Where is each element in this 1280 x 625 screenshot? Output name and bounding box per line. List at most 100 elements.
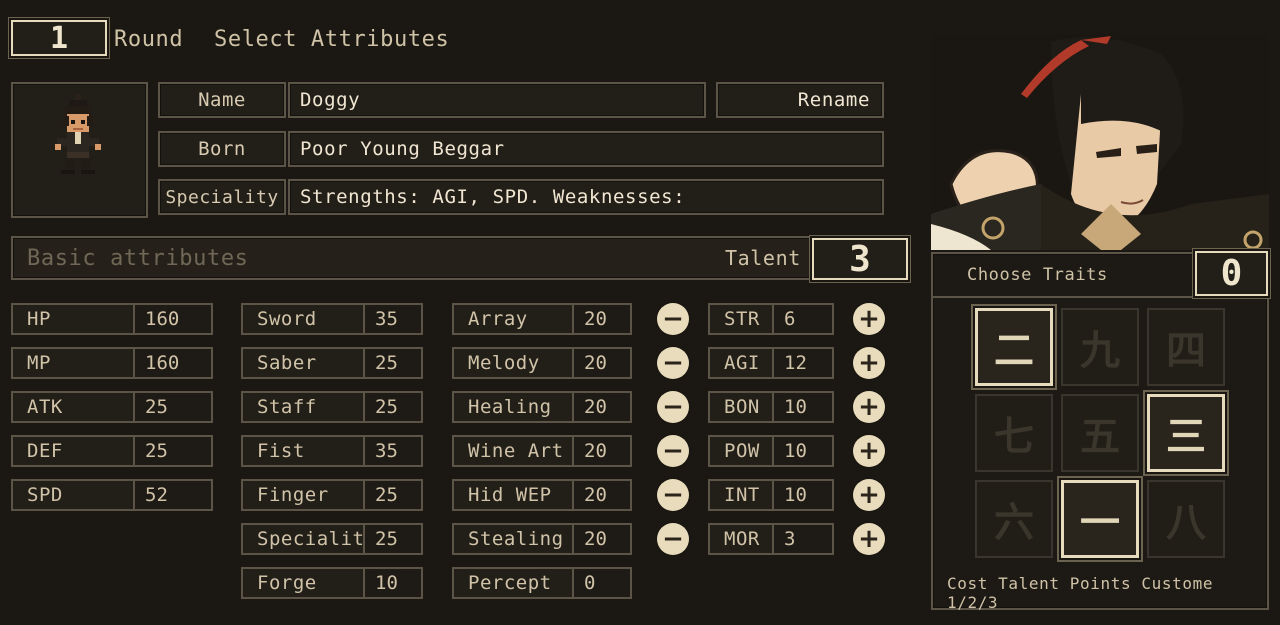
stat-row: Wine Art 20	[452, 435, 632, 467]
stat-name: Fist	[241, 435, 365, 467]
increase-bon-button[interactable]: +	[853, 391, 885, 423]
stat-name: Stealing	[452, 523, 574, 555]
stat-value: 52	[135, 479, 213, 511]
increase-mor-button[interactable]: +	[853, 523, 885, 555]
increase-pow-button[interactable]: +	[853, 435, 885, 467]
stat-row: Finger 25	[241, 479, 423, 511]
stat-row: AGI 12	[708, 347, 834, 379]
stat-row: Specialit 25	[241, 523, 423, 555]
stat-row: Hid WEP 20	[452, 479, 632, 511]
stat-value: 10	[774, 479, 834, 511]
trait-tile[interactable]: 一	[1061, 480, 1139, 558]
stat-row: Percept 0	[452, 567, 632, 599]
trait-tile[interactable]: 七	[975, 394, 1053, 472]
stat-value: 6	[774, 303, 834, 335]
stat-value: 20	[574, 391, 632, 423]
stat-name: Percept	[452, 567, 574, 599]
stat-row: Healing 20	[452, 391, 632, 423]
pixel-character-icon	[55, 94, 101, 174]
stat-value: 12	[774, 347, 834, 379]
stat-value: 25	[135, 391, 213, 423]
stat-value: 25	[365, 479, 423, 511]
stat-name: BON	[708, 391, 774, 423]
trait-tile[interactable]: 九	[1061, 308, 1139, 386]
decrease-agi-button[interactable]: −	[657, 347, 689, 379]
stat-name: Array	[452, 303, 574, 335]
stat-row: DEF 25	[11, 435, 213, 467]
portrait-icon	[931, 34, 1269, 250]
basic-attributes-title: Basic attributes	[27, 245, 249, 271]
stat-value: 160	[135, 347, 213, 379]
decrease-int-button[interactable]: −	[657, 479, 689, 511]
stat-name: Finger	[241, 479, 365, 511]
traits-panel: Choose Traits 二九四七五三六一八 Cost Talent Poin…	[931, 252, 1269, 612]
trait-tile[interactable]: 四	[1147, 308, 1225, 386]
stat-name: Forge	[241, 567, 365, 599]
stat-row: SPD 52	[11, 479, 213, 511]
round-label: Round	[114, 26, 184, 52]
decrease-bon-button[interactable]: −	[657, 391, 689, 423]
stat-row: Melody 20	[452, 347, 632, 379]
trait-tile[interactable]: 三	[1147, 394, 1225, 472]
decrease-mor-button[interactable]: −	[657, 523, 689, 555]
stat-name: STR	[708, 303, 774, 335]
stat-row: Staff 25	[241, 391, 423, 423]
speciality-field: Strengths: AGI, SPD. Weaknesses:	[288, 179, 884, 215]
traits-count-box: 0	[1195, 251, 1268, 296]
stat-row: Array 20	[452, 303, 632, 335]
speciality-label: Speciality	[158, 179, 286, 215]
stat-name: Saber	[241, 347, 365, 379]
stat-value: 0	[574, 567, 632, 599]
stat-name: HP	[11, 303, 135, 335]
stat-row: MP 160	[11, 347, 213, 379]
trait-tile[interactable]: 五	[1061, 394, 1139, 472]
stat-value: 20	[574, 523, 632, 555]
increase-str-button[interactable]: +	[853, 303, 885, 335]
stat-row: HP 160	[11, 303, 213, 335]
avatar	[11, 82, 148, 218]
stat-value: 10	[774, 435, 834, 467]
increase-int-button[interactable]: +	[853, 479, 885, 511]
round-number-box: 1	[11, 20, 107, 56]
stat-name: Staff	[241, 391, 365, 423]
stat-row: Stealing 20	[452, 523, 632, 555]
trait-tile[interactable]: 八	[1147, 480, 1225, 558]
stat-row: Sword 35	[241, 303, 423, 335]
name-label: Name	[158, 82, 286, 118]
stat-value: 25	[365, 347, 423, 379]
stat-value: 25	[135, 435, 213, 467]
basic-attributes-bar: Basic attributes Talent	[11, 236, 909, 280]
stat-value: 10	[365, 567, 423, 599]
born-label: Born	[158, 131, 286, 167]
increase-agi-button[interactable]: +	[853, 347, 885, 379]
stat-row: POW 10	[708, 435, 834, 467]
rename-button[interactable]: Rename	[716, 82, 884, 118]
stat-name: POW	[708, 435, 774, 467]
stat-name: ATK	[11, 391, 135, 423]
stat-name: Sword	[241, 303, 365, 335]
decrease-str-button[interactable]: −	[657, 303, 689, 335]
stat-value: 3	[774, 523, 834, 555]
stat-name: MOR	[708, 523, 774, 555]
stat-name: DEF	[11, 435, 135, 467]
trait-tile[interactable]: 二	[975, 308, 1053, 386]
stat-row: INT 10	[708, 479, 834, 511]
stat-name: AGI	[708, 347, 774, 379]
name-field[interactable]: Doggy	[288, 82, 706, 118]
stat-value: 35	[365, 303, 423, 335]
stat-name: Specialit	[241, 523, 365, 555]
trait-tile[interactable]: 六	[975, 480, 1053, 558]
stat-name: SPD	[11, 479, 135, 511]
stat-row: STR 6	[708, 303, 834, 335]
decrease-pow-button[interactable]: −	[657, 435, 689, 467]
stat-row: Fist 35	[241, 435, 423, 467]
stat-row: MOR 3	[708, 523, 834, 555]
traits-divider	[933, 296, 1267, 298]
stat-name: MP	[11, 347, 135, 379]
stat-name: Melody	[452, 347, 574, 379]
stat-value: 25	[365, 391, 423, 423]
talent-label: Talent	[725, 246, 801, 270]
stat-value: 20	[574, 435, 632, 467]
stat-row: ATK 25	[11, 391, 213, 423]
stat-value: 160	[135, 303, 213, 335]
